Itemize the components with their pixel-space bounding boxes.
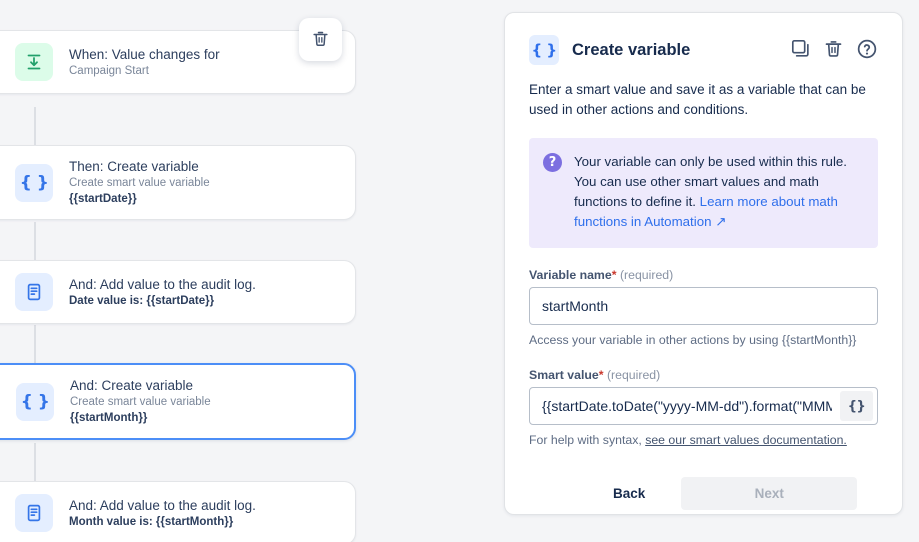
rule-card-create-variable-start-month[interactable]: { } And: Create variable Create smart va… <box>0 363 356 440</box>
braces-icon: { } <box>15 164 53 202</box>
external-link-icon: ↗ <box>715 214 726 229</box>
rule-canvas: When: Value changes for Campaign Start {… <box>0 0 470 542</box>
rule-card-subtitle: Campaign Start <box>69 64 220 79</box>
required-star: * <box>612 268 617 282</box>
braces-icon: { } <box>16 383 54 421</box>
smart-value-input-wrapper: {} <box>529 387 878 425</box>
rule-connector <box>34 443 36 481</box>
copy-icon <box>790 38 811 62</box>
panel-actions <box>790 38 878 63</box>
required-note: (required) <box>607 368 660 382</box>
panel-header: { } Create variable <box>529 35 878 65</box>
rule-connector <box>34 325 36 363</box>
rule-card-title: When: Value changes for <box>69 46 220 63</box>
rule-card-text: When: Value changes for Campaign Start <box>69 46 220 79</box>
variable-name-help: Access your variable in other actions by… <box>529 332 878 348</box>
value-changes-icon <box>15 43 53 81</box>
smart-value-input[interactable] <box>530 388 840 424</box>
rule-card-subtitle-strong: {{startMonth}} <box>70 411 211 426</box>
next-button[interactable]: Next <box>681 477 857 510</box>
rule-connector <box>34 107 36 145</box>
question-circle-icon: ? <box>543 153 562 172</box>
rule-connector <box>34 222 36 260</box>
smart-value-help: For help with syntax, see our smart valu… <box>529 432 878 448</box>
rule-card-subtitle-strong: {{startDate}} <box>69 192 210 207</box>
help-button[interactable] <box>856 38 878 63</box>
trash-icon <box>311 29 330 51</box>
rule-card-subtitle: Create smart value variable <box>69 176 210 191</box>
rule-card-subtitle: Create smart value variable <box>70 395 211 410</box>
rule-card-create-variable-start-date[interactable]: { } Then: Create variable Create smart v… <box>0 145 356 220</box>
rule-card-text: And: Create variable Create smart value … <box>70 377 211 426</box>
smart-value-field-block: Smart value* (required) {} For help with… <box>529 368 878 448</box>
variable-name-label-text: Variable name <box>529 268 612 282</box>
required-star: * <box>599 368 604 382</box>
required-note: (required) <box>620 268 673 282</box>
question-circle-icon <box>856 38 878 63</box>
panel-footer: Back Next <box>529 477 878 510</box>
duplicate-button[interactable] <box>790 38 811 62</box>
panel-description: Enter a smart value and save it as a var… <box>529 80 878 120</box>
rule-delete-button[interactable] <box>299 18 342 61</box>
rule-card-subtitle-strong: Date value is: {{startDate}} <box>69 294 256 309</box>
rule-card-text: And: Add value to the audit log. Month v… <box>69 497 256 530</box>
audit-log-icon <box>15 273 53 311</box>
rule-card-title: And: Add value to the audit log. <box>69 276 256 293</box>
trash-icon <box>823 38 844 62</box>
info-callout: ? Your variable can only be used within … <box>529 138 878 248</box>
braces-glyph: { } <box>21 392 50 412</box>
smart-value-label: Smart value* (required) <box>529 368 878 382</box>
rule-card-audit-log-month[interactable]: And: Add value to the audit log. Month v… <box>0 481 356 542</box>
rule-card-audit-log-date[interactable]: And: Add value to the audit log. Date va… <box>0 260 356 324</box>
info-callout-text: Your variable can only be used within th… <box>574 152 862 232</box>
rule-card-text: And: Add value to the audit log. Date va… <box>69 276 256 309</box>
rule-card-title: And: Add value to the audit log. <box>69 497 256 514</box>
rule-card-title: Then: Create variable <box>69 158 210 175</box>
smart-value-picker-button[interactable]: {} <box>840 391 873 421</box>
variable-name-field-block: Variable name* (required) Access your va… <box>529 268 878 348</box>
back-button[interactable]: Back <box>589 478 669 509</box>
smart-value-help-prefix: For help with syntax, <box>529 433 645 447</box>
create-variable-detail-panel: { } Create variable <box>504 12 903 515</box>
rule-card-text: Then: Create variable Create smart value… <box>69 158 210 207</box>
braces-glyph: { } <box>20 173 49 193</box>
variable-name-input[interactable] <box>529 287 878 325</box>
smart-value-label-text: Smart value <box>529 368 599 382</box>
smart-values-documentation-link[interactable]: see our smart values documentation. <box>645 433 847 447</box>
rule-card-title: And: Create variable <box>70 377 211 394</box>
rule-card-subtitle-strong: Month value is: {{startMonth}} <box>69 515 256 530</box>
panel-title: Create variable <box>572 41 777 60</box>
audit-log-icon <box>15 494 53 532</box>
braces-icon: { } <box>529 35 559 65</box>
delete-button[interactable] <box>823 38 844 62</box>
variable-name-label: Variable name* (required) <box>529 268 878 282</box>
